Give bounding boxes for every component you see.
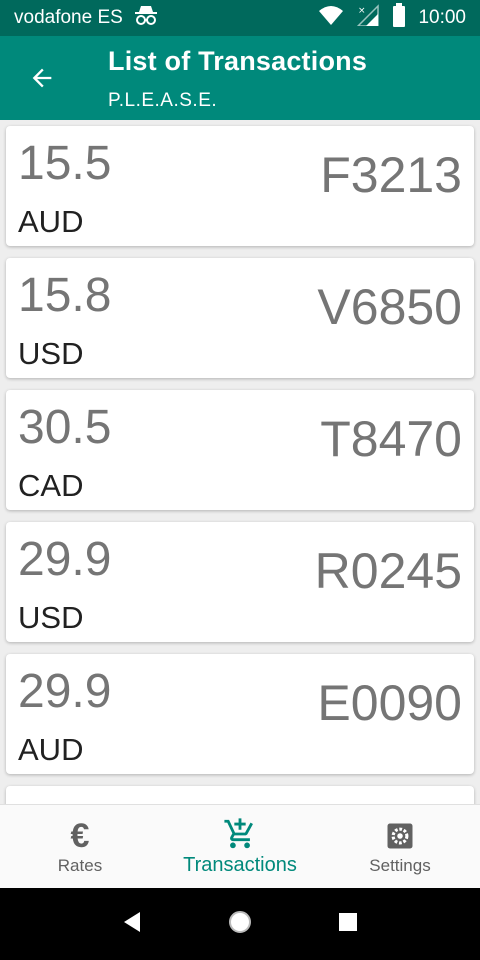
transaction-amount: 15.8: [18, 269, 112, 322]
status-bar: vodafone ES × 10:00: [0, 0, 480, 36]
transaction-card[interactable]: 29.9 AUD E0090: [6, 654, 474, 774]
transaction-code: V6850: [317, 279, 462, 335]
back-icon[interactable]: [122, 911, 142, 938]
wifi-icon: [318, 5, 344, 31]
nav-label-rates: Rates: [57, 855, 103, 875]
transaction-card-partial[interactable]: [6, 786, 474, 804]
nav-label-settings: Settings: [369, 855, 431, 875]
transaction-card[interactable]: 15.5 AUD F3213: [6, 126, 474, 246]
recents-icon[interactable]: [338, 912, 358, 937]
transaction-currency: AUD: [18, 732, 84, 767]
battery-icon: [392, 3, 406, 33]
carrier-name: vodafone ES: [14, 7, 123, 28]
svg-text:×: ×: [358, 6, 366, 16]
transaction-code: F3213: [320, 147, 462, 203]
transaction-amount: 30.5: [18, 401, 112, 454]
transaction-currency: USD: [18, 336, 84, 371]
page-title: List of Transactions: [108, 46, 368, 76]
transaction-currency: USD: [18, 600, 84, 635]
back-button[interactable]: [24, 60, 60, 96]
transaction-currency: CAD: [18, 468, 84, 503]
transaction-list[interactable]: 15.5 AUD F3213 15.8 USD V6850 30.5 CAD T…: [0, 120, 480, 804]
transaction-code: R0245: [314, 543, 462, 599]
page-subtitle: P.L.E.A.S.E.: [108, 90, 218, 111]
cart-add-icon: [223, 816, 257, 852]
system-navigation-bar: [0, 888, 480, 960]
nav-settings[interactable]: Settings: [320, 805, 480, 888]
home-icon[interactable]: [227, 909, 253, 940]
nav-transactions[interactable]: Transactions: [160, 805, 320, 888]
incognito-icon: [133, 4, 159, 32]
euro-icon: €: [70, 816, 90, 855]
transaction-code: E0090: [317, 675, 462, 731]
gear-icon: [385, 818, 415, 854]
transaction-code: T8470: [320, 411, 462, 467]
transaction-card[interactable]: 30.5 CAD T8470: [6, 390, 474, 510]
nav-rates[interactable]: € Rates: [0, 805, 160, 888]
clock: 10:00: [418, 7, 466, 28]
transaction-card[interactable]: 15.8 USD V6850: [6, 258, 474, 378]
arrow-left-icon: [32, 68, 52, 88]
transaction-card[interactable]: 29.9 USD R0245: [6, 522, 474, 642]
transaction-amount: 15.5: [18, 137, 112, 190]
transaction-currency: AUD: [18, 204, 84, 239]
signal-icon: ×: [356, 4, 380, 32]
transaction-amount: 29.9: [18, 533, 112, 586]
nav-label-transactions: Transactions: [183, 854, 297, 876]
bottom-navigation: € Rates Transactions Settings: [0, 804, 480, 888]
app-bar: List of Transactions P.L.E.A.S.E.: [0, 36, 480, 120]
transaction-amount: 29.9: [18, 665, 112, 718]
